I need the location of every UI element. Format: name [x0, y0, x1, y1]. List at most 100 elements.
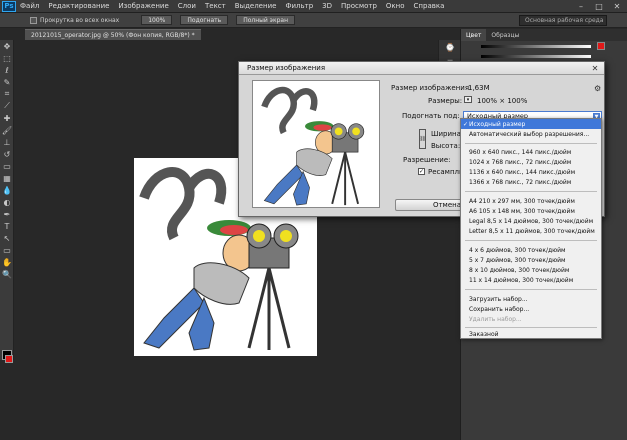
dropdown-item-label: Исходный размер	[469, 120, 526, 128]
color-slider[interactable]	[481, 44, 591, 48]
photoshop-logo-icon: Ps	[2, 0, 16, 12]
type-tool-icon[interactable]: T	[0, 220, 14, 232]
menu-select[interactable]: Выделение	[235, 2, 277, 10]
path-select-tool-icon[interactable]: ↖	[0, 232, 14, 244]
document-tab[interactable]: 20121015_operator.jpg @ 50% (Фон копия, …	[25, 29, 201, 40]
dropdown-item[interactable]: Загрузить набор...	[461, 294, 601, 304]
cancel-button[interactable]: Отмена	[395, 199, 469, 211]
maximize-icon[interactable]: □	[592, 1, 606, 11]
tab-color[interactable]: Цвет	[461, 29, 487, 41]
close-icon[interactable]: ✕	[590, 63, 600, 73]
shape-tool-icon[interactable]: ▭	[0, 244, 14, 256]
zoom-tool-icon[interactable]: 🔍	[0, 268, 14, 280]
marquee-tool-icon[interactable]: ⬚	[0, 52, 14, 64]
menu-view[interactable]: Просмотр	[341, 2, 377, 10]
scroll-all-windows-label: Прокрутка во всех окнах	[40, 16, 120, 24]
dropdown-item[interactable]: Сохранить набор...	[461, 304, 601, 314]
crop-tool-icon[interactable]: ⌗	[0, 88, 14, 100]
minimize-icon[interactable]: –	[574, 1, 588, 11]
color-swatch[interactable]	[597, 42, 605, 50]
checkmark-icon: ✓	[463, 120, 469, 128]
dropdown-item[interactable]: Legal 8,5 x 14 дюймов, 300 точек/дюйм	[461, 216, 601, 226]
dropdown-separator	[465, 289, 597, 290]
dropdown-separator	[465, 191, 597, 192]
eyedropper-tool-icon[interactable]: ⟋	[0, 100, 14, 112]
eraser-tool-icon[interactable]: ▭	[0, 160, 14, 172]
dropdown-separator	[465, 143, 597, 144]
history-brush-tool-icon[interactable]: ↺	[0, 148, 14, 160]
fit-to-dropdown: ✓ Исходный размер Автоматический выбор р…	[460, 118, 602, 339]
quick-select-tool-icon[interactable]: ✎	[0, 76, 14, 88]
resample-checkbox[interactable]: ✓	[418, 168, 425, 175]
fit-screen-button[interactable]: Подогнать	[180, 15, 229, 25]
menu-3d[interactable]: 3D	[322, 2, 332, 10]
dropdown-item[interactable]: Автоматический выбор разрешения...	[461, 129, 601, 139]
dropdown-item[interactable]: 4 x 6 дюймов, 300 точек/дюйм	[461, 245, 601, 255]
dropdown-separator	[465, 240, 597, 241]
menu-window[interactable]: Окно	[386, 2, 405, 10]
image-size-value: 1,63M	[468, 84, 490, 92]
lasso-tool-icon[interactable]: ℓ	[0, 64, 14, 76]
window-controls: – □ ✕	[574, 1, 624, 11]
close-icon[interactable]: ✕	[610, 1, 624, 11]
dimensions-value: 100% × 100%	[477, 97, 528, 105]
dropdown-item[interactable]: 8 x 10 дюймов, 300 точек/дюйм	[461, 265, 601, 275]
gear-icon[interactable]: ⚙	[594, 84, 601, 93]
brush-tool-icon[interactable]: 🖌	[0, 124, 14, 136]
checkbox-box[interactable]	[30, 16, 37, 24]
link-constraint-icon[interactable]: ⛓	[419, 129, 426, 149]
menu-filter[interactable]: Фильтр	[285, 2, 313, 10]
move-tool-icon[interactable]: ✥	[0, 40, 14, 52]
workspace-select[interactable]: Основная рабочая среда	[519, 15, 607, 26]
width-label: Ширина:	[431, 130, 464, 138]
dropdown-item[interactable]: ✓ Исходный размер	[461, 119, 601, 129]
history-panel-icon[interactable]: ⌚	[439, 40, 461, 54]
dropdown-item[interactable]: A4 210 x 297 мм, 300 точек/дюйм	[461, 196, 601, 206]
dropdown-item[interactable]: Letter 8,5 x 11 дюймов, 300 точек/дюйм	[461, 226, 601, 236]
gradient-tool-icon[interactable]: ▦	[0, 172, 14, 184]
menu-edit[interactable]: Редактирование	[48, 2, 109, 10]
menu-type[interactable]: Текст	[205, 2, 226, 10]
tab-swatches[interactable]: Образцы	[486, 32, 524, 39]
blur-tool-icon[interactable]: 💧	[0, 184, 14, 196]
menu-file[interactable]: Файл	[20, 2, 39, 10]
stamp-tool-icon[interactable]: ⊥	[0, 136, 14, 148]
color-slider-row-2	[461, 51, 627, 61]
dimensions-label: Размеры:	[428, 97, 463, 105]
color-slider-row	[461, 41, 627, 51]
pen-tool-icon[interactable]: ✒	[0, 208, 14, 220]
height-label: Высота:	[431, 142, 461, 150]
color-slider-2[interactable]	[481, 54, 591, 58]
hand-tool-icon[interactable]: ✋	[0, 256, 14, 268]
dodge-tool-icon[interactable]: ◐	[0, 196, 14, 208]
fill-screen-button[interactable]: Полный экран	[236, 15, 295, 25]
menu-image[interactable]: Изображение	[118, 2, 168, 10]
dropdown-separator	[465, 327, 597, 328]
dropdown-item[interactable]: 1366 x 768 пикс., 72 пикс./дюйм	[461, 177, 601, 187]
scroll-all-windows-checkbox[interactable]: Прокрутка во всех окнах	[30, 16, 120, 24]
dropdown-item[interactable]: 11 x 14 дюймов, 300 точек/дюйм	[461, 275, 601, 285]
dropdown-item[interactable]: 1024 x 768 пикс., 72 пикс./дюйм	[461, 157, 601, 167]
image-size-label: Размер изображения:	[391, 84, 472, 92]
dropdown-item[interactable]: Заказной	[461, 329, 601, 339]
preview-image	[261, 86, 365, 206]
background-color-swatch[interactable]	[5, 355, 13, 363]
dropdown-item[interactable]: 5 x 7 дюймов, 300 точек/дюйм	[461, 255, 601, 265]
healing-tool-icon[interactable]: ✚	[0, 112, 14, 124]
dimensions-unit-icon[interactable]: ▾	[464, 96, 472, 103]
zoom-100-button[interactable]: 100%	[141, 15, 173, 25]
dropdown-item: Удалить набор...	[469, 315, 522, 323]
dropdown-item[interactable]: A6 105 x 148 мм, 300 точек/дюйм	[461, 206, 601, 216]
fit-to-label: Подогнать под:	[402, 112, 460, 120]
menu-layers[interactable]: Слои	[178, 2, 196, 10]
resolution-label: Разрешение:	[403, 156, 451, 164]
dropdown-item[interactable]: 960 x 640 пикс., 144 пикс./дюйм	[461, 147, 601, 157]
menu-bar: Ps Файл Редактирование Изображение Слои …	[0, 0, 627, 13]
dialog-title: Размер изображения	[239, 62, 604, 75]
color-panel-tabs: Цвет Образцы	[461, 29, 627, 41]
tools-panel: ✥ ⬚ ℓ ✎ ⌗ ⟋ ✚ 🖌 ⊥ ↺ ▭ ▦ 💧 ◐ ✒ T ↖ ▭ ✋ 🔍	[0, 40, 14, 363]
menu-help[interactable]: Справка	[414, 2, 445, 10]
dialog-preview[interactable]	[252, 80, 380, 208]
options-bar: Прокрутка во всех окнах 100% Подогнать П…	[0, 13, 627, 28]
dropdown-item[interactable]: 1136 x 640 пикс., 144 пикс./дюйм	[461, 167, 601, 177]
